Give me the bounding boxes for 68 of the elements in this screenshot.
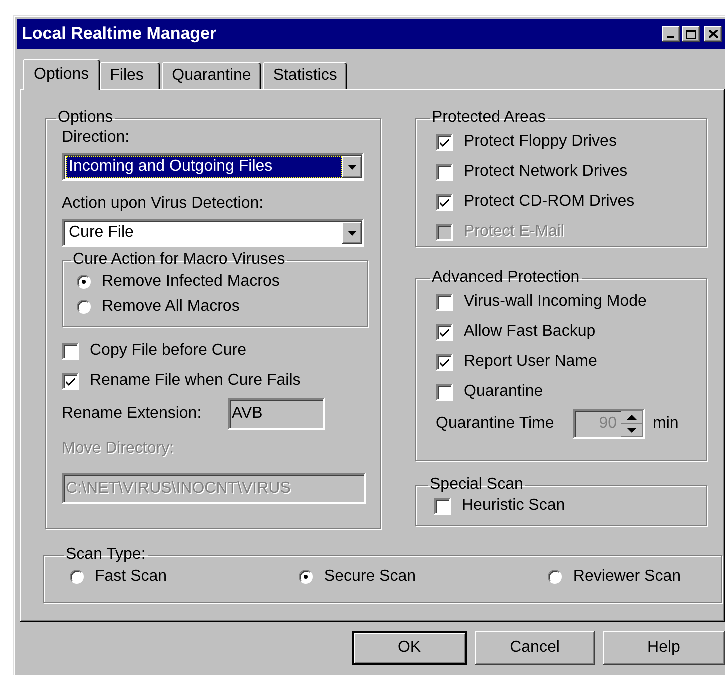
close-icon (708, 30, 718, 38)
checkbox-label: Heuristic Scan (462, 497, 566, 515)
group-title: Scan Type: (65, 546, 147, 564)
group-title: Options (57, 109, 114, 127)
maximize-icon (686, 30, 696, 38)
radio-label: Fast Scan (95, 568, 168, 586)
check-icon (440, 358, 449, 366)
radio-button[interactable] (77, 300, 91, 314)
checkbox-label: Protect Network Drives (464, 163, 628, 181)
dropdown[interactable]: Cure File (62, 219, 364, 247)
checkbox[interactable] (62, 342, 79, 360)
group-title: Cure Action for Macro Viruses (72, 251, 286, 269)
minimize-button[interactable] (662, 26, 680, 42)
checkbox-label: Report User Name (464, 353, 598, 371)
checkbox[interactable] (436, 134, 453, 150)
radio-label: Reviewer Scan (573, 568, 681, 586)
field-label: Quarantine Time (436, 415, 556, 433)
dialog-button[interactable]: Cancel (475, 631, 595, 665)
tab[interactable]: Statistics (263, 62, 348, 89)
checkbox-label: Protect CD-ROM Drives (464, 193, 635, 211)
check-icon (440, 138, 449, 146)
window-title: Local Realtime Manager (22, 24, 218, 44)
radio-button[interactable] (548, 570, 562, 584)
field-label: Rename Extension: (62, 405, 203, 423)
checkbox[interactable] (436, 354, 453, 370)
group-title: Protected Areas (431, 109, 547, 127)
checkbox-label: Protect Floppy Drives (464, 133, 617, 151)
unit-label: min (653, 415, 679, 433)
checkbox[interactable] (62, 372, 79, 390)
checkbox[interactable] (436, 294, 453, 310)
tab[interactable]: Options (23, 59, 100, 90)
text-field[interactable]: AVB (228, 398, 325, 430)
radio-label: Secure Scan (324, 568, 416, 586)
dialog-button[interactable]: Help (603, 631, 725, 665)
checkbox-label: Allow Fast Backup (464, 323, 596, 341)
checkbox-label: Quarantine (464, 383, 544, 401)
checkbox-label: Protect E-Mail (464, 223, 564, 241)
checkbox[interactable] (436, 324, 453, 340)
caret-icon (348, 230, 356, 236)
check-icon (66, 376, 75, 386)
radio-button[interactable] (70, 570, 84, 584)
close-button[interactable] (704, 26, 722, 42)
caret-icon (348, 164, 356, 170)
checkbox-label: Rename File when Cure Fails (90, 372, 301, 390)
field-label: Move Directory: (62, 439, 176, 459)
checkbox-label: Copy File before Cure (90, 342, 247, 360)
check-icon (440, 198, 449, 206)
dropdown-button[interactable] (342, 222, 362, 244)
group-title: Advanced Protection (431, 269, 581, 287)
dialog-button[interactable]: OK (352, 631, 467, 665)
radio-label: Remove All Macros (102, 298, 240, 316)
tab[interactable]: Quarantine (162, 62, 262, 89)
tab[interactable]: Files (100, 62, 160, 89)
checkbox[interactable] (436, 384, 453, 400)
check-icon (440, 328, 449, 336)
radio-button[interactable] (299, 570, 314, 584)
checkbox[interactable] (436, 194, 453, 210)
checkbox[interactable] (434, 498, 451, 514)
radio-button[interactable] (77, 274, 91, 288)
dropdown-button[interactable] (342, 156, 362, 178)
checkbox[interactable] (436, 164, 453, 180)
checkbox-label: Virus-wall Incoming Mode (464, 293, 647, 311)
radio-label: Remove Infected Macros (102, 272, 280, 290)
field-label: Direction: (62, 128, 131, 148)
group-title: Special Scan (429, 476, 524, 494)
maximize-button[interactable] (682, 26, 700, 42)
dropdown[interactable]: Incoming and Outgoing Files (62, 153, 364, 181)
field-label: Action upon Virus Detection: (62, 194, 265, 214)
